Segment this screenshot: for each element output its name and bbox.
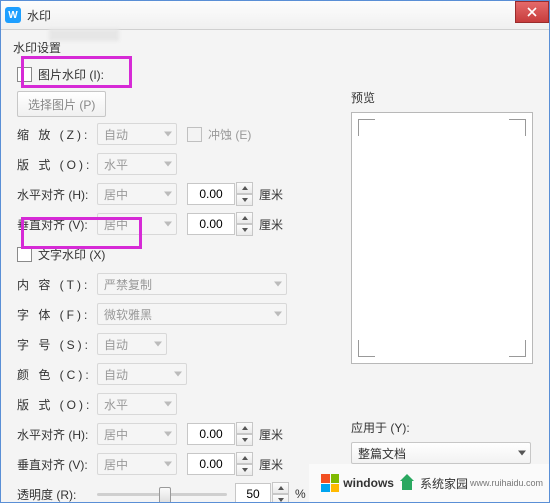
layout2-label: 版 式 (O):: [17, 396, 97, 413]
halign2-offset-spinner[interactable]: [187, 422, 253, 446]
app-icon: W: [5, 7, 21, 23]
dialog-body: 水印设置 图片水印 (I): 选择图片 (P) 缩 放 (Z): 自动 冲蚀 (…: [1, 29, 549, 502]
unit-cm: 厘米: [259, 456, 283, 473]
spin-up-icon[interactable]: [272, 482, 289, 494]
washout-checkbox[interactable]: [187, 127, 202, 142]
crop-corner-icon: [509, 119, 526, 136]
preview-area: 预览: [351, 89, 531, 364]
size-value: 自动: [104, 336, 128, 353]
preview-box: [351, 112, 533, 364]
spin-down-icon[interactable]: [272, 494, 289, 503]
unit-cm: 厘米: [259, 426, 283, 443]
halign-label: 水平对齐 (H):: [17, 186, 97, 203]
spin-up-icon[interactable]: [236, 212, 253, 224]
apply-to-label: 应用于 (Y):: [351, 419, 531, 436]
halign-dropdown[interactable]: 居中: [97, 183, 177, 205]
spin-down-icon[interactable]: [236, 224, 253, 236]
zoom-value: 自动: [104, 126, 128, 143]
halign-offset-input[interactable]: [187, 183, 235, 205]
settings-label: 水印设置: [13, 39, 537, 56]
valign-label: 垂直对齐 (V):: [17, 216, 97, 233]
valign-dropdown[interactable]: 居中: [97, 213, 177, 235]
spin-down-icon[interactable]: [236, 464, 253, 476]
layout1-value: 水平: [104, 156, 128, 173]
picture-watermark-label: 图片水印 (I):: [38, 66, 104, 83]
layout1-dropdown[interactable]: 水平: [97, 153, 177, 175]
color-label: 颜 色 (C):: [17, 366, 97, 383]
opacity-label: 透明度 (R):: [17, 486, 97, 503]
percent-label: %: [295, 487, 306, 501]
spin-up-icon[interactable]: [236, 452, 253, 464]
apply-to-dropdown[interactable]: 整篇文档: [351, 442, 531, 464]
text-watermark-label: 文字水印 (X): [38, 246, 105, 263]
watermark-dialog: W 水印 水印设置 图片水印 (I): 选择图片 (P) 缩 放 (Z): 自动: [0, 0, 550, 503]
halign-offset-spinner[interactable]: [187, 182, 253, 206]
crop-corner-icon: [509, 340, 526, 357]
window-title: 水印: [27, 7, 51, 24]
valign-offset-input[interactable]: [187, 213, 235, 235]
crop-corner-icon: [358, 119, 375, 136]
content-value: 严禁复制: [104, 276, 152, 293]
blur-overlay: [49, 29, 119, 41]
titlebar: W 水印: [1, 1, 549, 30]
size-label: 字 号 (S):: [17, 336, 97, 353]
content-dropdown[interactable]: 严禁复制: [97, 273, 287, 295]
select-picture-button[interactable]: 选择图片 (P): [17, 91, 106, 117]
halign2-offset-input[interactable]: [187, 423, 235, 445]
opacity-input[interactable]: [235, 483, 271, 503]
layout1-label: 版 式 (O):: [17, 156, 97, 173]
content-label: 内 容 (T):: [17, 276, 97, 293]
valign2-value: 居中: [104, 456, 128, 473]
zoom-label: 缩 放 (Z):: [17, 126, 97, 143]
layout2-value: 水平: [104, 396, 128, 413]
unit-cm: 厘米: [259, 216, 283, 233]
opacity-slider[interactable]: [97, 484, 227, 503]
picture-watermark-checkbox[interactable]: [17, 67, 32, 82]
valign2-label: 垂直对齐 (V):: [17, 456, 97, 473]
layout2-dropdown[interactable]: 水平: [97, 393, 177, 415]
font-dropdown[interactable]: 微软雅黑: [97, 303, 287, 325]
valign2-offset-input[interactable]: [187, 453, 235, 475]
washout-label: 冲蚀 (E): [208, 126, 251, 143]
spin-up-icon[interactable]: [236, 182, 253, 194]
spin-down-icon[interactable]: [236, 194, 253, 206]
opacity-spinner[interactable]: [235, 482, 289, 503]
color-value: 自动: [104, 366, 128, 383]
color-dropdown[interactable]: 自动: [97, 363, 187, 385]
crop-corner-icon: [358, 340, 375, 357]
close-button[interactable]: [515, 1, 549, 23]
apply-to-area: 应用于 (Y): 整篇文档: [351, 419, 531, 464]
apply-to-value: 整篇文档: [358, 445, 406, 462]
size-dropdown[interactable]: 自动: [97, 333, 167, 355]
valign2-dropdown[interactable]: 居中: [97, 453, 177, 475]
halign2-label: 水平对齐 (H):: [17, 426, 97, 443]
halign2-value: 居中: [104, 426, 128, 443]
spin-up-icon[interactable]: [236, 422, 253, 434]
spin-down-icon[interactable]: [236, 434, 253, 446]
font-value: 微软雅黑: [104, 306, 152, 323]
window-controls: [516, 1, 549, 23]
valign2-offset-spinner[interactable]: [187, 452, 253, 476]
preview-label: 预览: [351, 89, 531, 106]
zoom-dropdown[interactable]: 自动: [97, 123, 177, 145]
valign-value: 居中: [104, 216, 128, 233]
unit-cm: 厘米: [259, 186, 283, 203]
halign2-dropdown[interactable]: 居中: [97, 423, 177, 445]
halign-value: 居中: [104, 186, 128, 203]
valign-offset-spinner[interactable]: [187, 212, 253, 236]
font-label: 字 体 (F):: [17, 306, 97, 323]
text-watermark-checkbox[interactable]: [17, 247, 32, 262]
